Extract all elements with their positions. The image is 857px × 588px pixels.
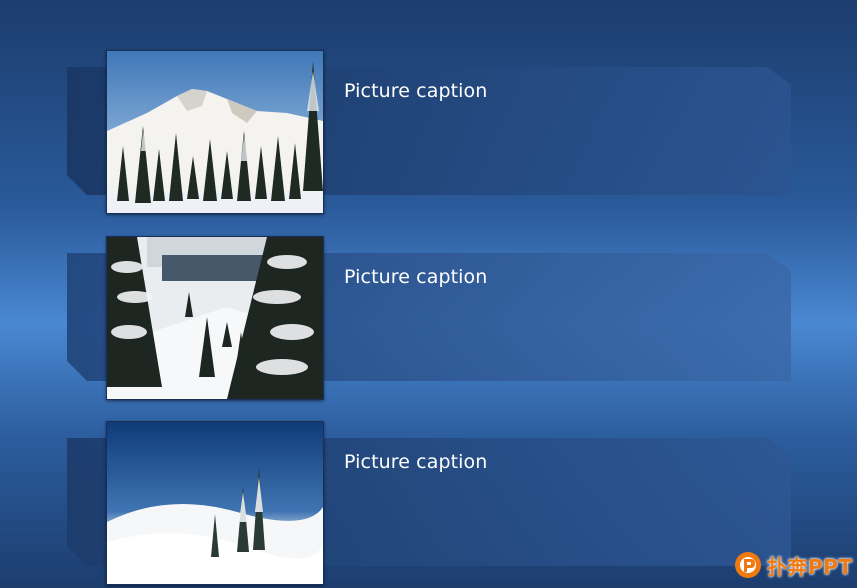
caption-row-1: Picture caption	[0, 50, 857, 215]
caption-row-2: Picture caption	[0, 236, 857, 401]
picture-caption[interactable]: Picture caption	[344, 266, 487, 288]
caption-row-3: Picture caption	[0, 421, 857, 586]
picture-caption[interactable]: Picture caption	[344, 80, 487, 102]
snowy-hill-trees-photo	[106, 421, 324, 585]
picture-caption[interactable]: Picture caption	[344, 451, 487, 473]
logo-text: 扑奔PPT	[767, 554, 853, 579]
logo-icon	[735, 552, 761, 578]
snowy-forest-photo	[106, 236, 324, 400]
brand-logo: 扑奔PPT	[733, 548, 852, 582]
snowy-mountain-photo	[106, 50, 324, 214]
